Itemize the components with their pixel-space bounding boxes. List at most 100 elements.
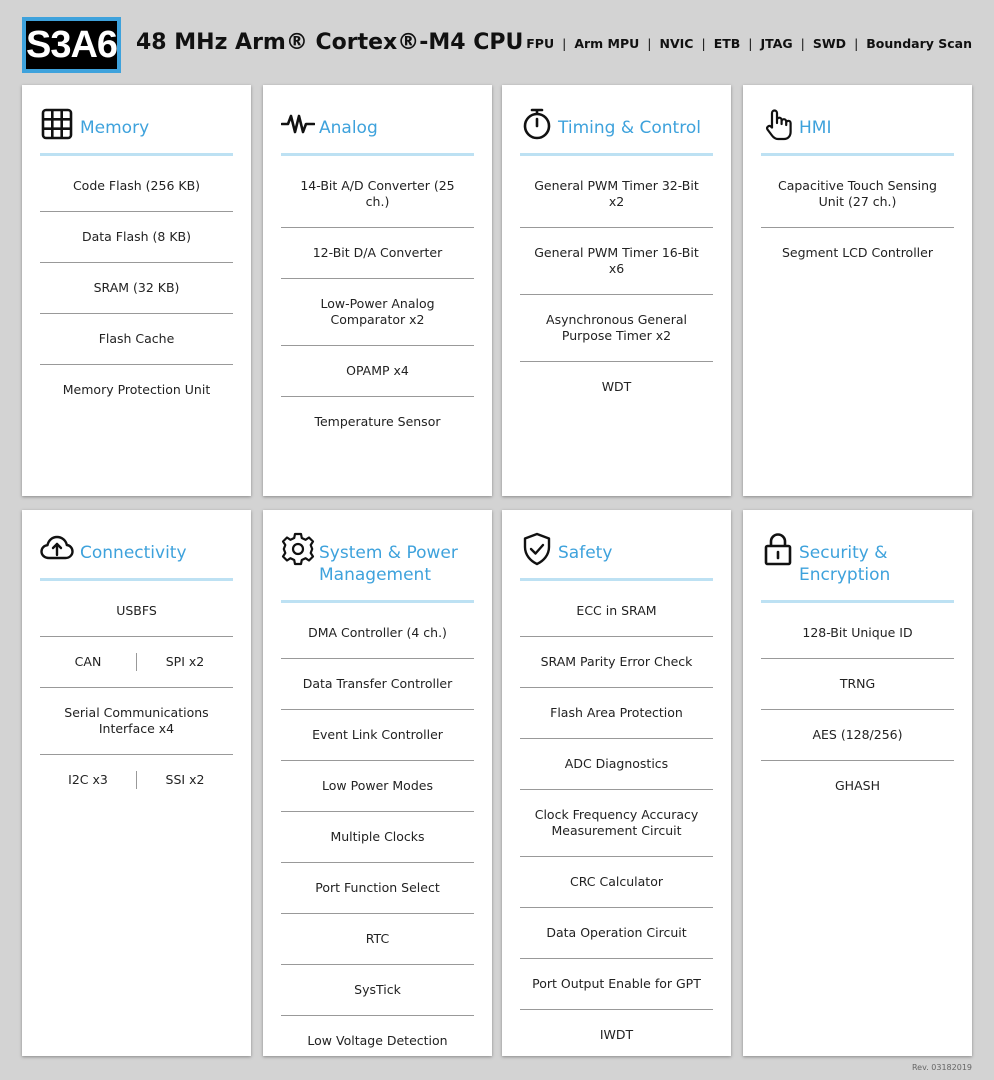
- list-item: Low Voltage Detection: [307, 1033, 448, 1048]
- list-item: Flash Area Protection: [520, 688, 713, 739]
- list-item: Serial Communications Interface x4: [40, 688, 233, 755]
- item-list: Code Flash (256 KB) Data Flash (8 KB) SR…: [40, 161, 233, 415]
- card-security: Security & Encryption 128-Bit Unique ID …: [743, 510, 972, 1056]
- waveform-icon: [281, 107, 315, 141]
- list-item: USBFS: [40, 586, 233, 637]
- list-item: Flash Cache: [40, 314, 233, 365]
- list-item: Segment LCD Controller: [781, 245, 933, 260]
- list-item: OPAMP x4: [281, 346, 474, 397]
- card-header: Connectivity: [40, 532, 233, 581]
- card-analog: Analog 14-Bit A/D Converter (25 ch.) 12-…: [263, 85, 492, 496]
- item-list: General PWM Timer 32-Bit x2 General PWM …: [520, 161, 713, 412]
- list-item: Multiple Clocks: [281, 812, 474, 863]
- item-list: USBFS CAN SPI x2 Serial Communications I…: [40, 586, 233, 805]
- list-item: 12-Bit D/A Converter: [281, 228, 474, 279]
- card-header: Safety: [520, 532, 713, 581]
- card-title: Security & Encryption: [799, 543, 891, 585]
- card-header: Security & Encryption: [761, 532, 954, 603]
- shield-check-icon: [520, 532, 554, 566]
- feature-arm-mpu: Arm MPU: [574, 36, 640, 51]
- list-item: Data Flash (8 KB): [40, 212, 233, 263]
- card-title: Memory: [80, 118, 150, 138]
- list-item-split: I2C x3 SSI x2: [40, 755, 233, 805]
- list-item: Asynchronous General Purpose Timer x2: [520, 295, 713, 362]
- card-title: Safety: [558, 543, 613, 563]
- list-item: CAN: [74, 654, 102, 669]
- header: S3A6 48 MHz Arm® Cortex®-M4 CPU FPU | Ar…: [0, 0, 994, 80]
- separator: |: [748, 36, 753, 51]
- list-item: Capacitive Touch Sensing Unit (27 ch.): [761, 161, 954, 228]
- card-system-power: System & Power Management DMA Controller…: [263, 510, 492, 1056]
- list-item: Port Function Select: [281, 863, 474, 914]
- gear-icon: [281, 532, 315, 566]
- card-header: Memory: [40, 107, 233, 156]
- item-list: ECC in SRAM SRAM Parity Error Check Flas…: [520, 586, 713, 1060]
- feature-jtag: JTAG: [760, 36, 793, 51]
- list-item: I2C x3: [68, 772, 108, 787]
- separator: |: [562, 36, 567, 51]
- card-header: System & Power Management: [281, 532, 474, 603]
- product-logo: S3A6: [22, 17, 121, 73]
- separator: |: [701, 36, 706, 51]
- list-item: 14-Bit A/D Converter (25 ch.): [281, 161, 474, 228]
- list-item: IWDT: [599, 1027, 634, 1042]
- item-list: Capacitive Touch Sensing Unit (27 ch.) S…: [761, 161, 954, 278]
- card-title: Timing & Control: [558, 118, 701, 138]
- cpu-features: FPU | Arm MPU | NVIC | ETB | JTAG | SWD …: [526, 35, 972, 53]
- list-item-split: CAN SPI x2: [40, 637, 233, 688]
- list-item: Temperature Sensor: [314, 414, 441, 429]
- card-title: Analog: [319, 118, 378, 138]
- list-item: Code Flash (256 KB): [40, 161, 233, 212]
- item-list: 128-Bit Unique ID TRNG AES (128/256) GHA…: [761, 608, 954, 811]
- card-safety: Safety ECC in SRAM SRAM Parity Error Che…: [502, 510, 731, 1056]
- list-item: Data Transfer Controller: [281, 659, 474, 710]
- list-item: General PWM Timer 16-Bit x6: [520, 228, 713, 295]
- padlock-icon: [761, 532, 795, 566]
- card-header: HMI: [761, 107, 954, 156]
- cpu-title: 48 MHz Arm® Cortex®-M4 CPU: [136, 30, 524, 55]
- separator: |: [647, 36, 652, 51]
- card-title: Connectivity: [80, 543, 187, 563]
- card-timing-control: Timing & Control General PWM Timer 32-Bi…: [502, 85, 731, 496]
- list-item: DMA Controller (4 ch.): [281, 608, 474, 659]
- list-item: SRAM Parity Error Check: [520, 637, 713, 688]
- card-header: Timing & Control: [520, 107, 713, 156]
- feature-etb: ETB: [713, 36, 741, 51]
- separator: |: [800, 36, 805, 51]
- separator: |: [854, 36, 859, 51]
- feature-swd: SWD: [812, 36, 847, 51]
- list-item: Data Operation Circuit: [520, 908, 713, 959]
- list-item: ECC in SRAM: [520, 586, 713, 637]
- card-hmi: HMI Capacitive Touch Sensing Unit (27 ch…: [743, 85, 972, 496]
- list-item: RTC: [281, 914, 474, 965]
- feature-nvic: NVIC: [659, 36, 694, 51]
- list-item: ADC Diagnostics: [520, 739, 713, 790]
- list-item: Event Link Controller: [281, 710, 474, 761]
- list-item: CRC Calculator: [520, 857, 713, 908]
- list-item: AES (128/256): [761, 710, 954, 761]
- card-title: HMI: [799, 118, 832, 138]
- grid-icon: [40, 107, 74, 141]
- list-item: General PWM Timer 32-Bit x2: [520, 161, 713, 228]
- list-item: Clock Frequency Accuracy Measurement Cir…: [520, 790, 713, 857]
- list-item: WDT: [601, 379, 632, 394]
- revision-label: Rev. 03182019: [911, 1063, 972, 1072]
- list-item: Memory Protection Unit: [62, 382, 211, 397]
- touch-hand-icon: [761, 107, 795, 141]
- list-item: Low Power Modes: [281, 761, 474, 812]
- card-connectivity: Connectivity USBFS CAN SPI x2 Serial Com…: [22, 510, 251, 1056]
- list-item: SRAM (32 KB): [40, 263, 233, 314]
- list-item: GHASH: [835, 778, 880, 793]
- card-header: Analog: [281, 107, 474, 156]
- list-item: SysTick: [281, 965, 474, 1016]
- list-item: TRNG: [761, 659, 954, 710]
- feature-boundary-scan: Boundary Scan: [866, 36, 972, 51]
- cloud-upload-icon: [40, 532, 74, 566]
- list-item: Port Output Enable for GPT: [520, 959, 713, 1010]
- card-title: System & Power Management: [319, 543, 458, 585]
- item-list: 14-Bit A/D Converter (25 ch.) 12-Bit D/A…: [281, 161, 474, 447]
- stopwatch-icon: [520, 107, 554, 141]
- list-item: 128-Bit Unique ID: [761, 608, 954, 659]
- list-item: SSI x2: [165, 772, 205, 787]
- feature-fpu: FPU: [526, 36, 555, 51]
